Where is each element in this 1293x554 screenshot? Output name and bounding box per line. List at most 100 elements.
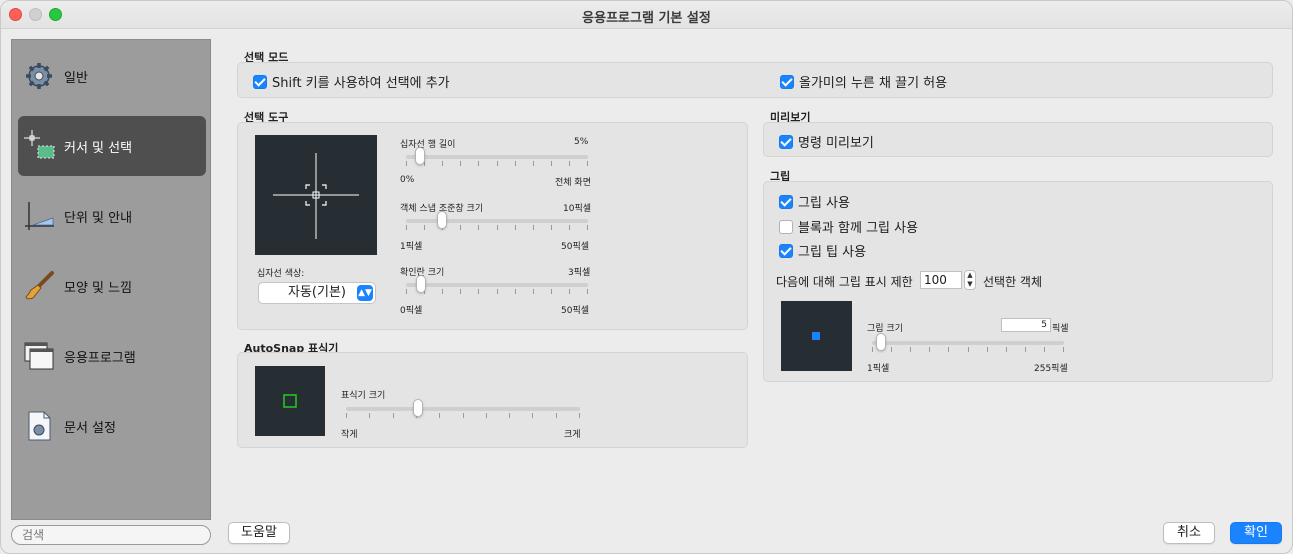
- crosshair-selection-icon: [22, 129, 56, 163]
- slider-tick: [442, 289, 443, 294]
- grip-limit-label: 다음에 대해 그립 표시 제한: [776, 275, 913, 289]
- selection-tool-group: 십자선 색상: 자동(기본) ▲▼ 십자선 행 길이 5% 0% 전체 화면 객…: [237, 122, 748, 330]
- checkbox-label: Shift 키를 사용하여 선택에 추가: [272, 76, 450, 91]
- slider-min-label: 0픽셀: [400, 306, 423, 316]
- checkbox-label: 블록과 함께 그립 사용: [798, 221, 919, 236]
- crosshair-color-select[interactable]: 자동(기본) ▲▼: [258, 282, 376, 304]
- lasso-drag-checkbox[interactable]: 올가미의 누른 채 끌기 허용: [780, 72, 947, 91]
- slider-tick: [968, 347, 969, 352]
- grip-in-blocks-checkbox[interactable]: 블록과 함께 그립 사용: [779, 217, 918, 236]
- slider-tick: [533, 161, 534, 166]
- slider-track[interactable]: [406, 219, 588, 223]
- autosnap-preview: [255, 366, 325, 436]
- slider-knob[interactable]: [416, 275, 426, 293]
- grip-size-input[interactable]: 5: [1001, 318, 1051, 332]
- grip-limit-stepper[interactable]: ▲ ▼: [964, 270, 976, 290]
- checkbox-indicator: [779, 243, 793, 258]
- slider-track[interactable]: [346, 407, 580, 411]
- autosnap-group: 표식기 크기 작게 크게: [237, 352, 748, 448]
- checkbox-indicator: [779, 219, 793, 234]
- slider-tick: [533, 225, 534, 230]
- slider-track[interactable]: [406, 283, 588, 287]
- slider-knob[interactable]: [876, 333, 886, 351]
- crosshair-preview-graphic: [273, 153, 359, 239]
- slider-tick: [486, 413, 487, 418]
- sidebar-item-label: 커서 및 선택: [64, 140, 133, 156]
- slider-tick: [369, 413, 370, 418]
- sidebar-item-label: 문서 설정: [64, 420, 116, 436]
- ruler-guides-icon: [22, 199, 56, 233]
- sidebar-item-look-feel[interactable]: 모양 및 느낌: [18, 256, 206, 316]
- select-value: 자동(기본): [288, 285, 346, 300]
- slider-tick: [497, 161, 498, 166]
- slider-track[interactable]: [406, 155, 588, 159]
- slider-tick: [1063, 347, 1064, 352]
- slider-tick: [460, 161, 461, 166]
- shift-add-checkbox[interactable]: Shift 키를 사용하여 선택에 추가: [253, 72, 450, 91]
- slider-max-label: 50픽셀: [561, 306, 590, 316]
- search-input[interactable]: 검색: [11, 525, 211, 545]
- slider-tick: [910, 347, 911, 352]
- slider-tick: [948, 347, 949, 352]
- sidebar-item-cursor-selection[interactable]: 커서 및 선택: [18, 116, 206, 176]
- slider-min-label: 1픽셀: [400, 242, 423, 252]
- sidebar-item-label: 일반: [64, 70, 88, 86]
- slider-tick: [1025, 347, 1026, 352]
- slider-tick: [551, 161, 552, 166]
- slider-tick: [406, 225, 407, 230]
- slider-tick: [497, 289, 498, 294]
- slider-tick: [439, 413, 440, 418]
- sidebar-item-label: 응용프로그램: [64, 350, 136, 366]
- slider-value: 5%: [574, 137, 589, 147]
- preview-group: 명령 미리보기: [763, 122, 1273, 157]
- sidebar-item-label: 모양 및 느낌: [64, 280, 133, 296]
- osnap-aperture-slider[interactable]: [406, 211, 588, 231]
- pickbox-size-slider[interactable]: [406, 275, 588, 295]
- checkbox-indicator: [779, 134, 793, 149]
- slider-tick: [569, 161, 570, 166]
- slider-tick: [1044, 347, 1045, 352]
- checkbox-label: 그립 사용: [798, 196, 850, 211]
- document-settings-icon: [22, 409, 56, 443]
- slider-tick: [569, 225, 570, 230]
- slider-tick: [393, 413, 394, 418]
- marker-size-slider[interactable]: [346, 399, 580, 419]
- crosshair-length-slider[interactable]: [406, 147, 588, 167]
- slider-tick: [515, 289, 516, 294]
- slider-tick: [556, 413, 557, 418]
- slider-tick: [551, 289, 552, 294]
- gear-icon: [22, 59, 56, 93]
- sidebar: 일반 커서 및 선택 단위 및 안내 모양 및 느낌 응용프로그램 문서 설정: [11, 39, 211, 520]
- slider-tick: [478, 225, 479, 230]
- cancel-button[interactable]: 취소: [1163, 522, 1215, 544]
- sidebar-item-general[interactable]: 일반: [18, 46, 206, 106]
- help-button[interactable]: 도움말: [228, 522, 290, 544]
- grip-limit-input[interactable]: 100: [920, 271, 962, 289]
- use-grip-checkbox[interactable]: 그립 사용: [779, 192, 850, 211]
- selection-mode-group: Shift 키를 사용하여 선택에 추가 올가미의 누른 채 끌기 허용: [237, 62, 1273, 98]
- command-preview-checkbox[interactable]: 명령 미리보기: [779, 132, 874, 151]
- slider-knob[interactable]: [437, 211, 447, 229]
- sidebar-item-units-guides[interactable]: 단위 및 안내: [18, 186, 206, 246]
- grip-limit-suffix: 선택한 객체: [983, 275, 1043, 289]
- grip-tips-checkbox[interactable]: 그립 팁 사용: [779, 241, 866, 260]
- ok-button[interactable]: 확인: [1230, 522, 1282, 544]
- checkbox-label: 그립 팁 사용: [798, 245, 867, 260]
- slider-knob[interactable]: [413, 399, 423, 417]
- slider-tick: [872, 347, 873, 352]
- grip-group: 그립 사용 블록과 함께 그립 사용 그립 팁 사용 다음에 대해 그립 표시 …: [763, 181, 1273, 382]
- grip-size-slider[interactable]: [872, 333, 1064, 353]
- chevron-up-down-icon: ▲▼: [357, 285, 373, 301]
- slider-tick: [478, 289, 479, 294]
- slider-track[interactable]: [872, 341, 1064, 345]
- slider-tick: [515, 161, 516, 166]
- checkbox-label: 올가미의 누른 채 끌기 허용: [799, 76, 948, 91]
- slider-tick: [463, 413, 464, 418]
- sidebar-item-document-settings[interactable]: 문서 설정: [18, 396, 206, 456]
- slider-tick: [532, 413, 533, 418]
- slider-knob[interactable]: [415, 147, 425, 165]
- sidebar-item-label: 단위 및 안내: [64, 210, 133, 226]
- slider-tick: [587, 225, 588, 230]
- grip-preview: [781, 301, 852, 371]
- sidebar-item-applications[interactable]: 응용프로그램: [18, 326, 206, 386]
